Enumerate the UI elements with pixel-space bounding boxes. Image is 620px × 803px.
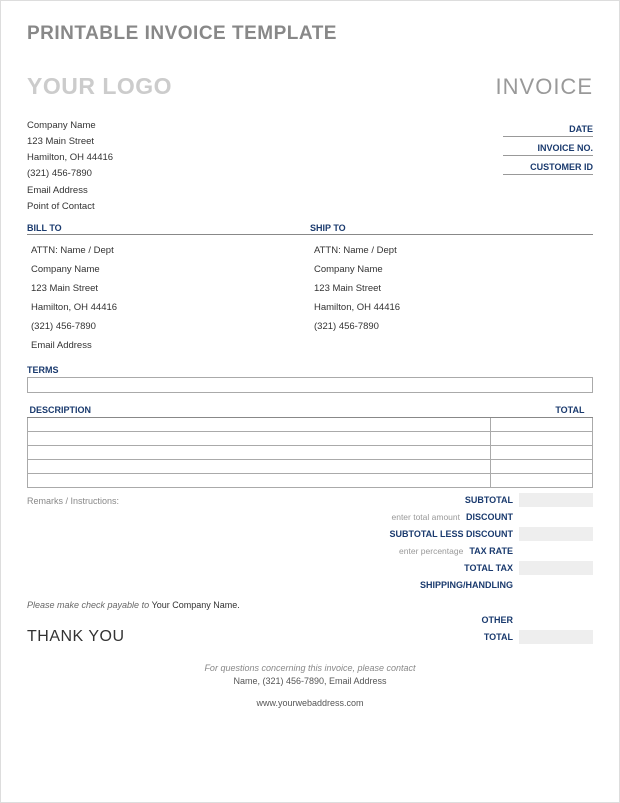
header-row: YOUR LOGO INVOICE bbox=[27, 73, 593, 100]
table-row[interactable] bbox=[28, 445, 593, 459]
company-poc: Point of Contact bbox=[27, 199, 113, 215]
thank-you: THANK YOU bbox=[27, 628, 125, 646]
company-email: Email Address bbox=[27, 183, 113, 199]
meta-date-label: DATE bbox=[503, 118, 593, 137]
terms-input-box[interactable] bbox=[27, 377, 593, 393]
description-header: DESCRIPTION bbox=[28, 403, 491, 418]
bill-to-email: Email Address bbox=[31, 336, 310, 355]
invoice-heading: INVOICE bbox=[496, 74, 593, 100]
ship-to-company: Company Name bbox=[314, 260, 593, 279]
discount-field[interactable] bbox=[519, 510, 593, 524]
payable-company: Your Company Name. bbox=[152, 600, 240, 610]
invoice-meta-block: DATE INVOICE NO. CUSTOMER ID bbox=[503, 118, 593, 215]
discount-label: DISCOUNT bbox=[466, 512, 517, 522]
subtotal-less-field[interactable] bbox=[519, 527, 593, 541]
subtotal-label: SUBTOTAL bbox=[465, 495, 517, 505]
discount-hint: enter total amount bbox=[391, 512, 460, 522]
payable-line: Please make check payable to Your Compan… bbox=[27, 600, 593, 610]
meta-customer-id-label: CUSTOMER ID bbox=[503, 156, 593, 175]
totaltax-field[interactable] bbox=[519, 561, 593, 575]
company-city: Hamilton, OH 44416 bbox=[27, 150, 113, 166]
company-phone: (321) 456-7890 bbox=[27, 166, 113, 182]
footer-web: www.yourwebaddress.com bbox=[27, 697, 593, 711]
meta-invoice-no-label: INVOICE NO. bbox=[503, 137, 593, 156]
footer: For questions concerning this invoice, p… bbox=[27, 662, 593, 711]
bill-to-column: BILL TO ATTN: Name / Dept Company Name 1… bbox=[27, 223, 310, 355]
subtotal-field[interactable] bbox=[519, 493, 593, 507]
company-block: Company Name 123 Main Street Hamilton, O… bbox=[27, 118, 113, 215]
company-name: Company Name bbox=[27, 118, 113, 134]
bill-to-street: 123 Main Street bbox=[31, 279, 310, 298]
bill-to-company: Company Name bbox=[31, 260, 310, 279]
bill-to-city: Hamilton, OH 44416 bbox=[31, 298, 310, 317]
other-field[interactable] bbox=[519, 613, 593, 627]
bill-to-phone: (321) 456-7890 bbox=[31, 317, 310, 336]
ship-to-attn: ATTN: Name / Dept bbox=[314, 241, 593, 260]
company-street: 123 Main Street bbox=[27, 134, 113, 150]
totaltax-label: TOTAL TAX bbox=[464, 563, 517, 573]
page-title: PRINTABLE INVOICE TEMPLATE bbox=[27, 23, 593, 45]
taxrate-field[interactable] bbox=[519, 544, 593, 558]
bill-to-header: BILL TO bbox=[27, 223, 310, 235]
table-row[interactable] bbox=[28, 431, 593, 445]
total-header: TOTAL bbox=[491, 403, 593, 418]
other-label: OTHER bbox=[482, 615, 518, 625]
terms-header: TERMS bbox=[27, 365, 593, 375]
address-section: BILL TO ATTN: Name / Dept Company Name 1… bbox=[27, 223, 593, 355]
table-row[interactable] bbox=[28, 459, 593, 473]
ship-to-column: SHIP TO ATTN: Name / Dept Company Name 1… bbox=[310, 223, 593, 355]
totals-column: SUBTOTAL enter total amount DISCOUNT SUBT… bbox=[333, 492, 593, 594]
ship-to-header: SHIP TO bbox=[310, 223, 593, 235]
bottom-row: THANK YOU OTHER TOTAL bbox=[27, 612, 593, 646]
bill-to-attn: ATTN: Name / Dept bbox=[31, 241, 310, 260]
ship-to-city: Hamilton, OH 44416 bbox=[314, 298, 593, 317]
taxrate-label: TAX RATE bbox=[469, 546, 517, 556]
shipping-field[interactable] bbox=[519, 578, 593, 592]
table-row[interactable] bbox=[28, 417, 593, 431]
lower-section: Remarks / Instructions: SUBTOTAL enter t… bbox=[27, 492, 593, 594]
ship-to-street: 123 Main Street bbox=[314, 279, 593, 298]
footer-question: For questions concerning this invoice, p… bbox=[27, 662, 593, 676]
footer-contact: Name, (321) 456-7890, Email Address bbox=[27, 675, 593, 689]
company-meta-row: Company Name 123 Main Street Hamilton, O… bbox=[27, 118, 593, 215]
grand-total-label: TOTAL bbox=[484, 632, 517, 642]
shipping-label: SHIPPING/HANDLING bbox=[420, 580, 517, 590]
payable-prefix: Please make check payable to bbox=[27, 600, 149, 610]
line-items-table: DESCRIPTION TOTAL bbox=[27, 403, 593, 488]
table-row[interactable] bbox=[28, 473, 593, 487]
grand-total-field[interactable] bbox=[519, 630, 593, 644]
taxrate-hint: enter percentage bbox=[399, 546, 463, 556]
logo-placeholder: YOUR LOGO bbox=[27, 73, 172, 100]
remarks-label: Remarks / Instructions: bbox=[27, 492, 333, 594]
subtotal-less-label: SUBTOTAL LESS DISCOUNT bbox=[389, 529, 517, 539]
ship-to-phone: (321) 456-7890 bbox=[314, 317, 593, 336]
